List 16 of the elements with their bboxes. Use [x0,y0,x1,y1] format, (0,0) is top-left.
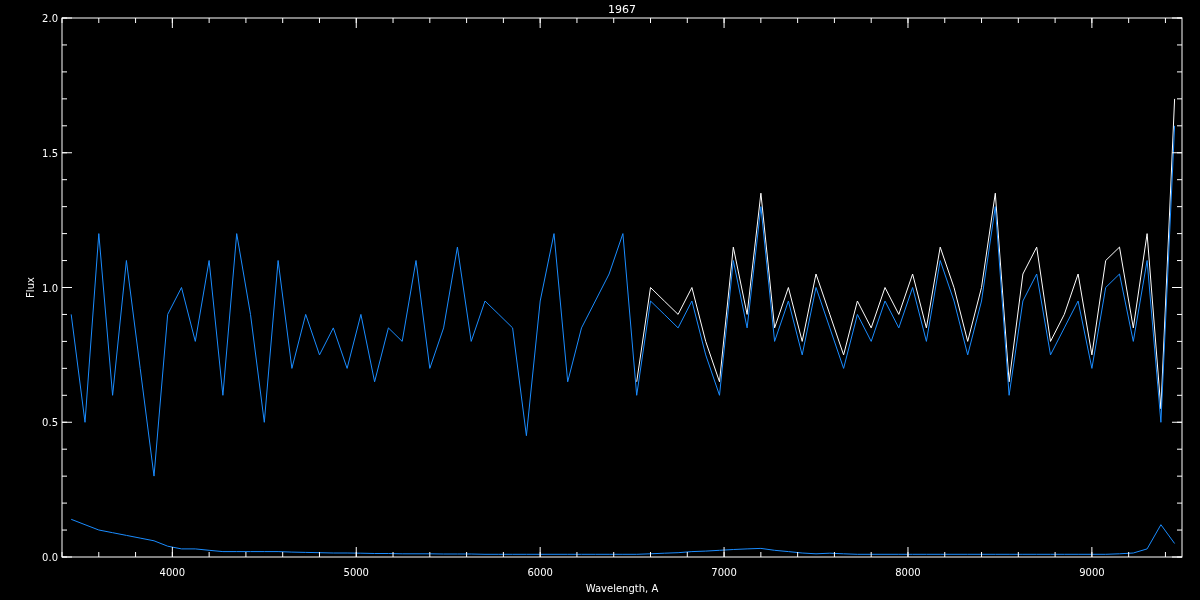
x-tick-label: 7000 [711,567,737,578]
line-series [70,518,1176,555]
y-tick-label: 2.0 [42,13,58,24]
line-series [70,125,1176,477]
x-tick-label: 4000 [159,567,186,578]
y-tick-label: 1.0 [42,282,58,294]
y-tick-label: 0.0 [42,552,58,563]
y-tick-label: 1.5 [42,147,58,159]
x-tick-label: 8000 [895,567,921,578]
y-axis-label: Flux [25,277,36,298]
x-tick-label: 9000 [1079,567,1105,578]
chart-title: 1967 [608,3,636,16]
x-axis-label: Wavelength, A [585,583,659,594]
x-tick-label: 5000 [343,567,369,578]
y-tick-label: 0.5 [42,417,58,429]
x-tick-label: 6000 [527,567,553,578]
